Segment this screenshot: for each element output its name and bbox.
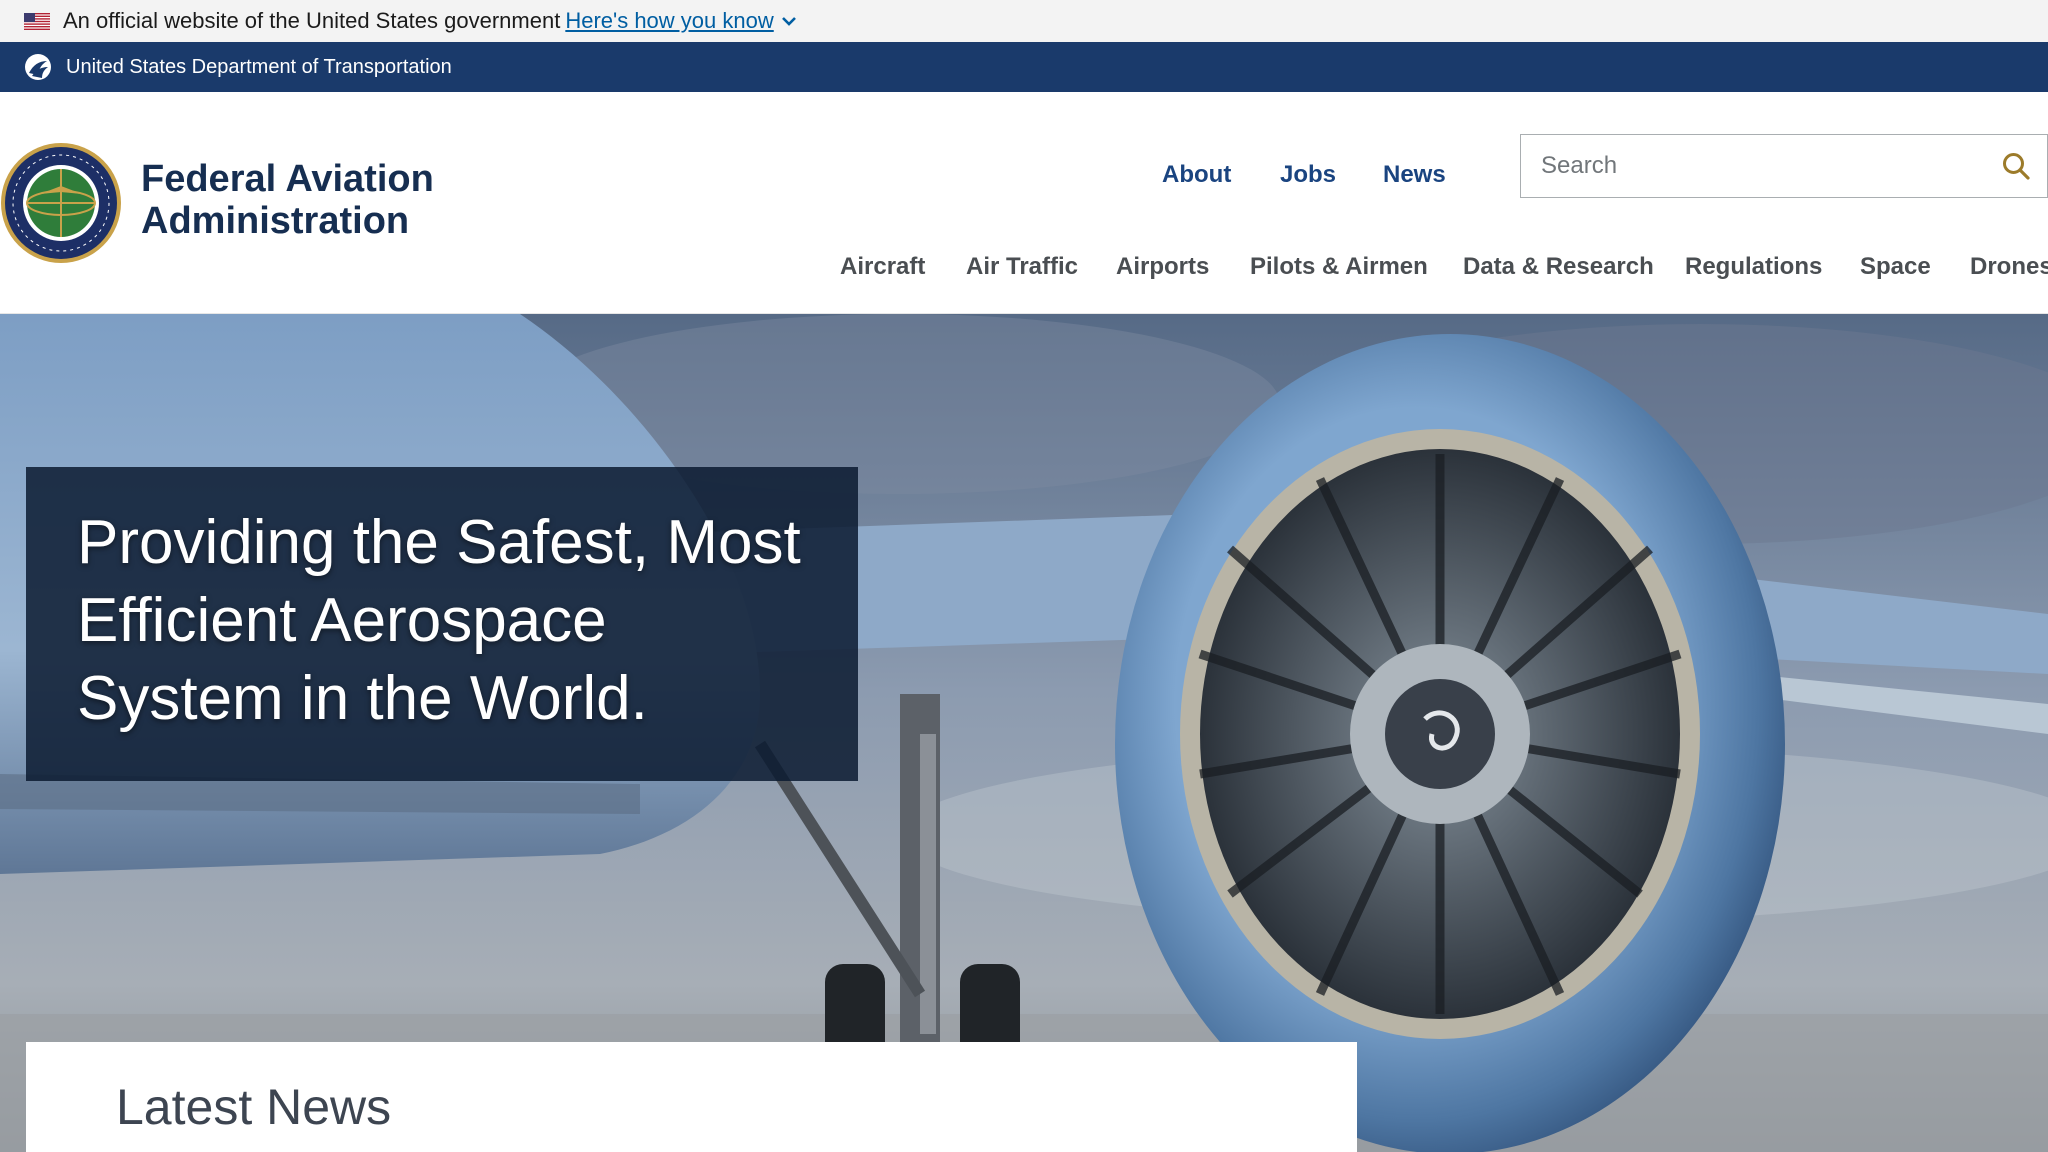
dot-bar: United States Department of Transportati… xyxy=(0,42,2048,92)
us-flag-icon xyxy=(24,12,50,30)
agency-name-line1: Federal Aviation xyxy=(141,158,434,200)
nav-data-research[interactable]: Data & Research xyxy=(1463,242,1654,292)
how-you-know-link[interactable]: Here's how you know xyxy=(565,8,773,34)
nav-air-traffic[interactable]: Air Traffic xyxy=(966,242,1078,292)
hero-title-line3: System in the World. xyxy=(77,664,648,733)
nav-space[interactable]: Space xyxy=(1860,242,1931,292)
gov-banner-text: An official website of the United States… xyxy=(63,8,561,33)
utility-nav-about[interactable]: About xyxy=(1162,150,1231,200)
nav-aircraft[interactable]: Aircraft xyxy=(840,242,925,292)
gov-banner: An official website of the United States… xyxy=(0,0,2048,42)
search-icon xyxy=(2003,153,2030,180)
dot-name[interactable]: United States Department of Transportati… xyxy=(66,56,452,79)
site-header: Federal Aviation Administration About Jo… xyxy=(0,92,2048,314)
nav-regulations[interactable]: Regulations xyxy=(1685,242,1822,292)
hero-title-line2: Efficient Aerospace xyxy=(77,586,607,655)
main-nav: Aircraft Air Traffic Airports Pilots & A… xyxy=(0,242,2048,292)
nav-airports[interactable]: Airports xyxy=(1116,242,1209,292)
agency-name-line2: Administration xyxy=(141,200,410,242)
latest-news-heading: Latest News xyxy=(116,1079,392,1135)
latest-news-card: Latest News xyxy=(26,1042,1357,1152)
search-input[interactable] xyxy=(1521,135,1985,197)
search-box xyxy=(1520,134,2048,198)
utility-nav-news[interactable]: News xyxy=(1383,150,1446,200)
dot-logo-icon[interactable] xyxy=(24,53,52,81)
search-button[interactable] xyxy=(1985,135,2047,197)
hero-banner: Providing the Safest, Most Efficient Aer… xyxy=(0,314,2048,1152)
hero-title: Providing the Safest, Most Efficient Aer… xyxy=(77,504,837,738)
utility-nav-jobs[interactable]: Jobs xyxy=(1280,150,1336,200)
nav-drones[interactable]: Drones xyxy=(1970,242,2048,292)
nav-pilots-airmen[interactable]: Pilots & Airmen xyxy=(1250,242,1428,292)
hero-title-line1: Providing the Safest, Most xyxy=(77,508,801,577)
agency-name[interactable]: Federal Aviation Administration xyxy=(141,158,501,242)
chevron-down-icon[interactable] xyxy=(780,12,798,30)
